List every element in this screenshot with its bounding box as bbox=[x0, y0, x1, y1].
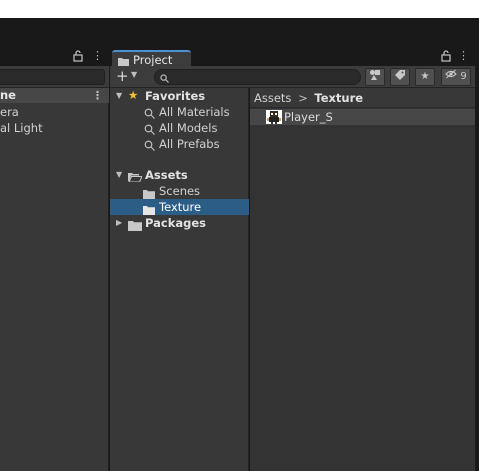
sprite-thumbnail-icon bbox=[266, 110, 282, 128]
search-by-type-button[interactable] bbox=[365, 68, 385, 86]
star-icon: ★ bbox=[128, 88, 139, 102]
scene-menu-icon[interactable]: ⋮ bbox=[92, 88, 103, 103]
breadcrumb-root[interactable]: Assets bbox=[254, 91, 291, 105]
star-icon: ★ bbox=[420, 71, 430, 82]
tree-item-all-prefabs[interactable]: All Prefabs bbox=[110, 136, 249, 152]
folder-icon bbox=[128, 219, 142, 235]
favorites-label: Favorites bbox=[145, 89, 206, 103]
project-tab-label: Project bbox=[133, 53, 173, 67]
favorite-search-button[interactable]: ★ bbox=[415, 68, 435, 86]
tree-item-assets[interactable]: ▼ Assets bbox=[110, 167, 249, 183]
tree-item-all-materials[interactable]: All Materials bbox=[110, 104, 249, 120]
packages-label: Packages bbox=[145, 216, 206, 230]
editor-top-bar bbox=[0, 18, 479, 48]
kebab-menu-icon[interactable]: ⋮ bbox=[92, 49, 103, 62]
project-lock-icon[interactable] bbox=[441, 50, 451, 65]
breadcrumb: Assets > Texture bbox=[250, 88, 475, 108]
tree-item-favorites[interactable]: ▼ ★ Favorites bbox=[110, 88, 249, 104]
hierarchy-item-camera[interactable]: era bbox=[0, 105, 19, 119]
scenes-label: Scenes bbox=[159, 184, 201, 198]
texture-label: Texture bbox=[159, 200, 202, 214]
breadcrumb-current[interactable]: Texture bbox=[314, 91, 363, 105]
breadcrumb-separator: > bbox=[298, 91, 308, 105]
hidden-count: 9 bbox=[460, 71, 467, 82]
project-content-area: Assets > Texture Player_S bbox=[250, 88, 475, 471]
hierarchy-search-input[interactable] bbox=[0, 69, 105, 85]
project-folder-tree: ▼ ★ Favorites All Materials All Models A… bbox=[110, 88, 249, 471]
tree-item-all-models[interactable]: All Models bbox=[110, 120, 249, 136]
all-prefabs-label: All Prefabs bbox=[159, 137, 220, 151]
foldout-arrow-icon[interactable]: ▼ bbox=[116, 88, 122, 104]
hierarchy-toolbar bbox=[0, 66, 109, 88]
scene-header-row[interactable]: ne ⋮ bbox=[0, 88, 109, 103]
scene-label: ne bbox=[0, 88, 16, 102]
assets-label: Assets bbox=[145, 168, 188, 182]
create-plus-icon[interactable]: + bbox=[116, 67, 129, 85]
project-search-input[interactable] bbox=[154, 69, 361, 85]
all-materials-label: All Materials bbox=[159, 105, 230, 119]
eye-slash-icon bbox=[445, 69, 460, 82]
tree-item-texture[interactable]: Texture bbox=[110, 199, 249, 215]
project-toolbar: + ▼ ★ 9 bbox=[110, 66, 475, 88]
hierarchy-tab-bar: ⋮ bbox=[0, 48, 109, 66]
all-models-label: All Models bbox=[159, 121, 218, 135]
hidden-packages-button[interactable]: 9 bbox=[441, 68, 471, 86]
search-icon bbox=[144, 139, 155, 155]
foldout-arrow-icon[interactable]: ▼ bbox=[116, 167, 122, 183]
tree-item-scenes[interactable]: Scenes bbox=[110, 183, 249, 199]
panel-border bbox=[475, 66, 479, 471]
foldout-arrow-icon[interactable]: ▶ bbox=[116, 215, 122, 231]
chevron-down-icon[interactable]: ▼ bbox=[131, 70, 137, 79]
hierarchy-panel: ⋮ ne ⋮ era al Light bbox=[0, 48, 109, 471]
project-kebab-menu-icon[interactable]: ⋮ bbox=[458, 49, 469, 62]
tree-item-packages[interactable]: ▶ Packages bbox=[110, 215, 249, 231]
hierarchy-item-light[interactable]: al Light bbox=[0, 121, 43, 135]
search-icon bbox=[160, 72, 169, 86]
list-item[interactable]: Player_S bbox=[250, 109, 475, 125]
search-by-label-button[interactable] bbox=[390, 68, 410, 86]
lock-icon[interactable] bbox=[73, 50, 83, 65]
asset-label: Player_S bbox=[284, 110, 333, 124]
